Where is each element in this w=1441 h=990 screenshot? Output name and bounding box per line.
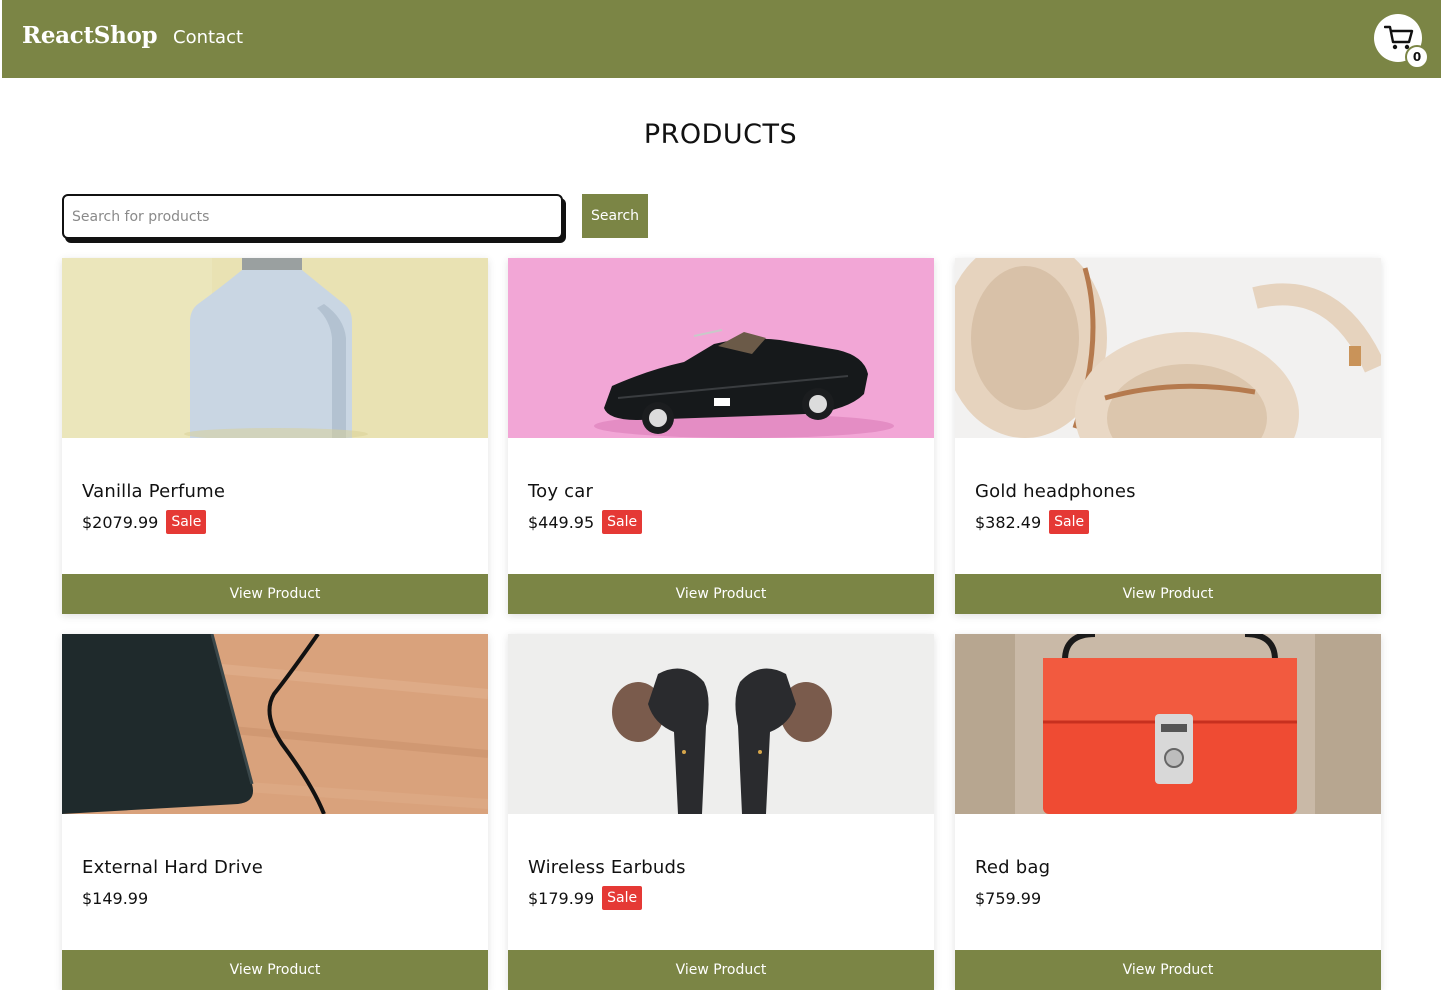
product-name[interactable]: Vanilla Perfume [82, 481, 225, 502]
search-input[interactable] [62, 194, 563, 239]
price-row: $449.95 Sale [528, 508, 643, 536]
product-card: Wireless Earbuds $179.99 Sale View Produ… [508, 634, 934, 990]
product-price: $149.99 [82, 888, 149, 908]
sale-badge: Sale [602, 509, 643, 535]
earbuds-image[interactable] [508, 634, 934, 814]
view-product-button[interactable]: View Product [62, 574, 488, 614]
product-price: $759.99 [975, 888, 1042, 908]
sale-badge: Sale [602, 885, 643, 911]
price-row: $382.49 Sale [975, 508, 1090, 536]
sale-badge: Sale [166, 509, 207, 535]
perfume-bottle-image[interactable] [62, 258, 488, 438]
search-button[interactable]: Search [582, 194, 648, 238]
product-price: $179.99 [528, 888, 595, 908]
headphones-image[interactable] [955, 258, 1381, 438]
view-product-button[interactable]: View Product [955, 950, 1381, 990]
hard-drive-image[interactable] [62, 634, 488, 814]
product-card: Toy car $449.95 Sale View Product [508, 258, 934, 614]
product-card: External Hard Drive $149.99 View Product [62, 634, 488, 990]
red-bag-image[interactable] [955, 634, 1381, 814]
product-card: Red bag $759.99 View Product [955, 634, 1381, 990]
toy-car-image[interactable] [508, 258, 934, 438]
sale-badge: Sale [1049, 509, 1090, 535]
view-product-button[interactable]: View Product [62, 950, 488, 990]
product-price: $2079.99 [82, 512, 159, 532]
page-title: PRODUCTS [643, 119, 798, 150]
cart-count-badge: 0 [1405, 45, 1429, 69]
product-price: $382.49 [975, 512, 1042, 532]
product-name[interactable]: Toy car [528, 481, 593, 502]
nav-link-contact[interactable]: Contact [173, 27, 243, 48]
brand-logo[interactable]: ReactShop [22, 22, 158, 49]
product-card: Gold headphones $382.49 Sale View Produc… [955, 258, 1381, 614]
view-product-button[interactable]: View Product [508, 950, 934, 990]
product-card: Vanilla Perfume $2079.99 Sale View Produ… [62, 258, 488, 614]
product-name[interactable]: Wireless Earbuds [528, 857, 686, 878]
view-product-button[interactable]: View Product [508, 574, 934, 614]
navbar: ReactShop Contact 0 [2, 0, 1441, 78]
product-price: $449.95 [528, 512, 595, 532]
product-name[interactable]: External Hard Drive [82, 857, 263, 878]
product-name[interactable]: Red bag [975, 857, 1050, 878]
price-row: $2079.99 Sale [82, 508, 207, 536]
cart-button[interactable]: 0 [1374, 14, 1429, 69]
view-product-button[interactable]: View Product [955, 574, 1381, 614]
product-name[interactable]: Gold headphones [975, 481, 1136, 502]
